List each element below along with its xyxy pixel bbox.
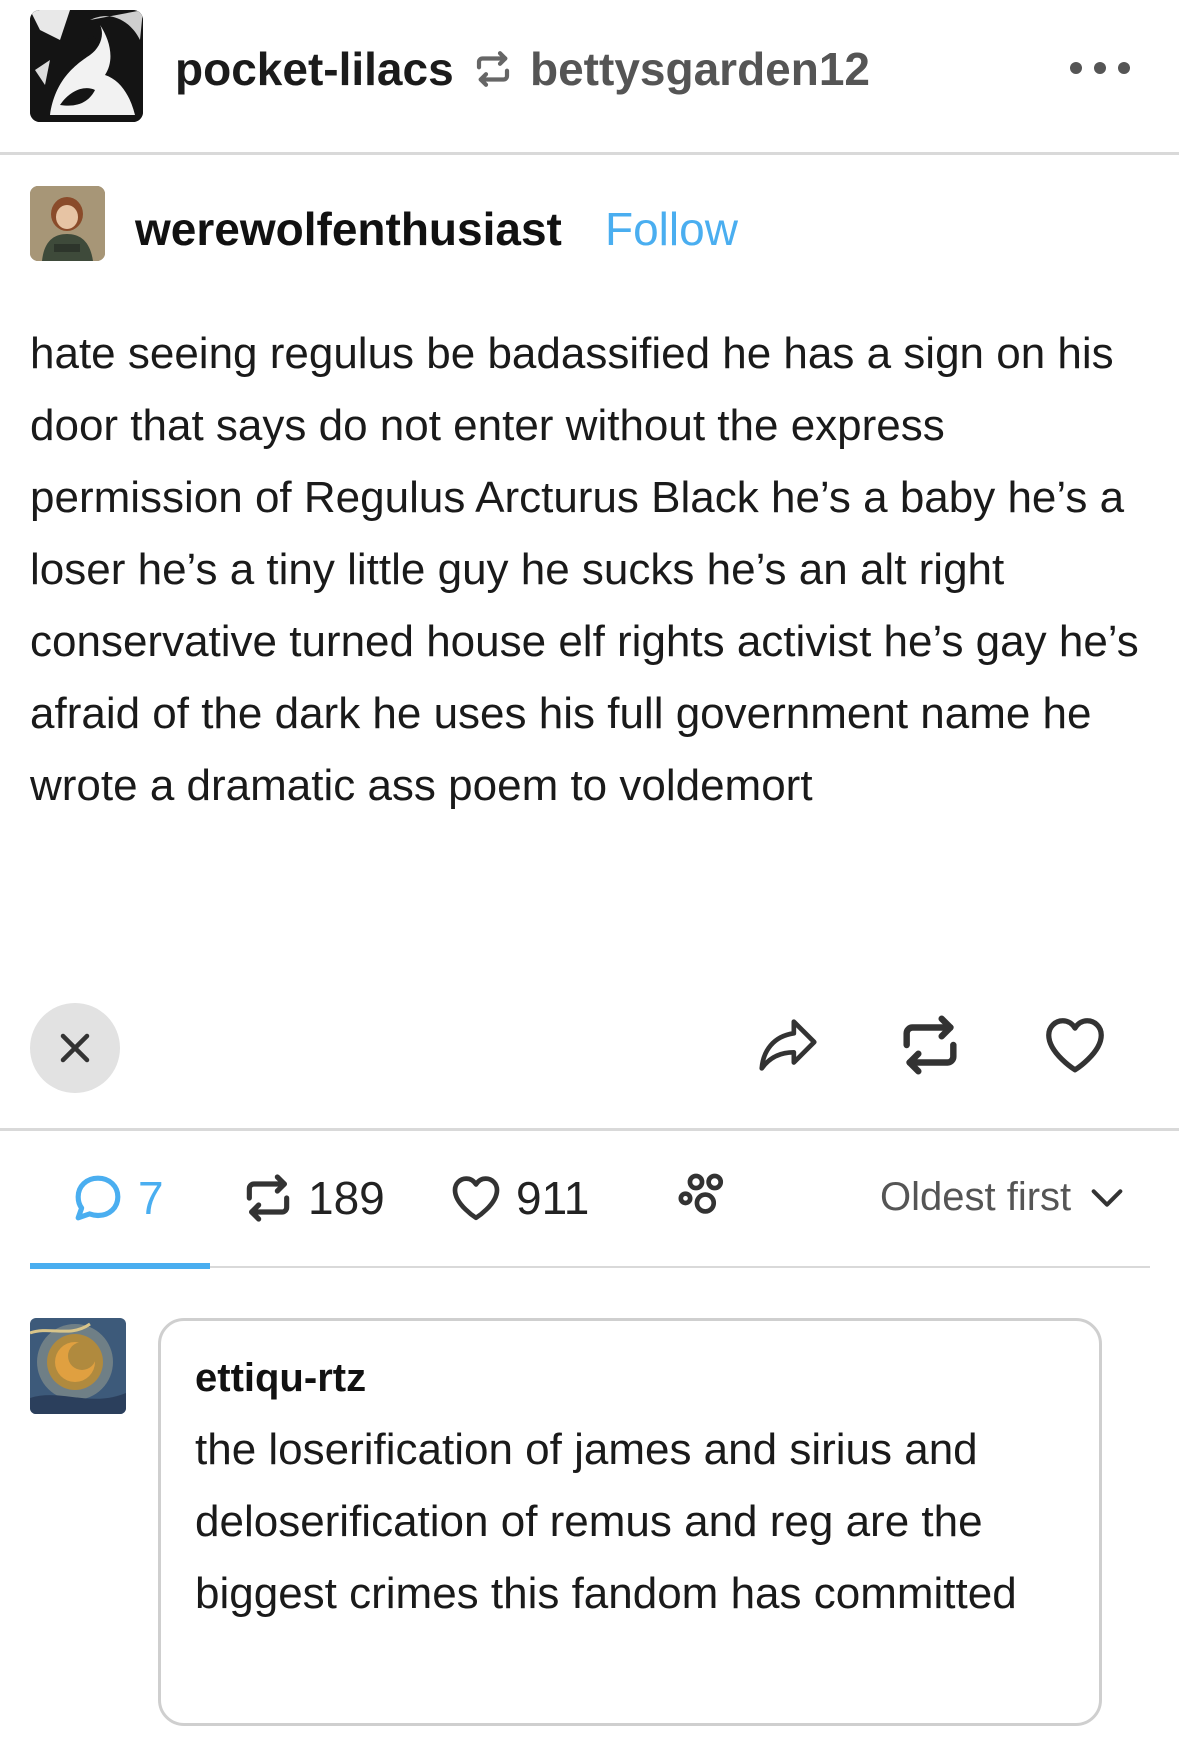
reblogs-count: 189 <box>308 1172 385 1224</box>
reblog-icon <box>903 1015 957 1075</box>
sort-label: Oldest first <box>880 1175 1072 1219</box>
reblogger-avatar[interactable] <box>30 10 143 122</box>
reblogger-username[interactable]: pocket-lilacs <box>175 42 454 96</box>
actions-divider <box>0 1128 1179 1131</box>
reblog-icon <box>246 1174 290 1222</box>
close-button[interactable] <box>30 1003 120 1093</box>
reblog-button[interactable] <box>895 1010 965 1080</box>
reblog-icon <box>472 48 514 90</box>
follow-button[interactable]: Follow <box>605 202 738 256</box>
likes-count: 911 <box>516 1172 590 1224</box>
comment-icon <box>75 1175 121 1221</box>
commenter-avatar[interactable] <box>30 1318 126 1414</box>
post-body-text: hate seeing regulus be badassified he ha… <box>30 329 1139 810</box>
tab-replies[interactable]: 7 <box>70 1170 164 1226</box>
tab-likes[interactable]: 911 <box>448 1170 589 1226</box>
commenter-username[interactable]: ettiqu-rtz <box>195 1356 366 1401</box>
like-button[interactable] <box>1040 1010 1110 1080</box>
close-icon <box>60 1033 90 1063</box>
author-avatar[interactable] <box>30 186 105 261</box>
bubbles-icon <box>678 1173 724 1214</box>
tab-reblogs[interactable]: 189 <box>240 1170 385 1226</box>
share-icon <box>759 1019 817 1071</box>
share-button[interactable] <box>753 1010 823 1080</box>
sort-select[interactable]: Oldest first <box>880 1175 1127 1220</box>
source-username[interactable]: bettysgarden12 <box>530 42 870 96</box>
header-divider <box>0 152 1179 155</box>
author-username[interactable]: werewolfenthusiast <box>135 202 562 256</box>
replies-count: 7 <box>138 1172 164 1224</box>
comment-text: the loserification of james and sirius a… <box>195 1425 1017 1618</box>
heart-icon <box>1046 1018 1104 1073</box>
active-tab-indicator <box>30 1263 210 1269</box>
chevron-down-icon <box>1091 1188 1123 1207</box>
heart-icon <box>452 1176 500 1221</box>
more-horizontal-icon[interactable] <box>1070 60 1130 76</box>
tab-community-notes[interactable] <box>675 1168 743 1224</box>
